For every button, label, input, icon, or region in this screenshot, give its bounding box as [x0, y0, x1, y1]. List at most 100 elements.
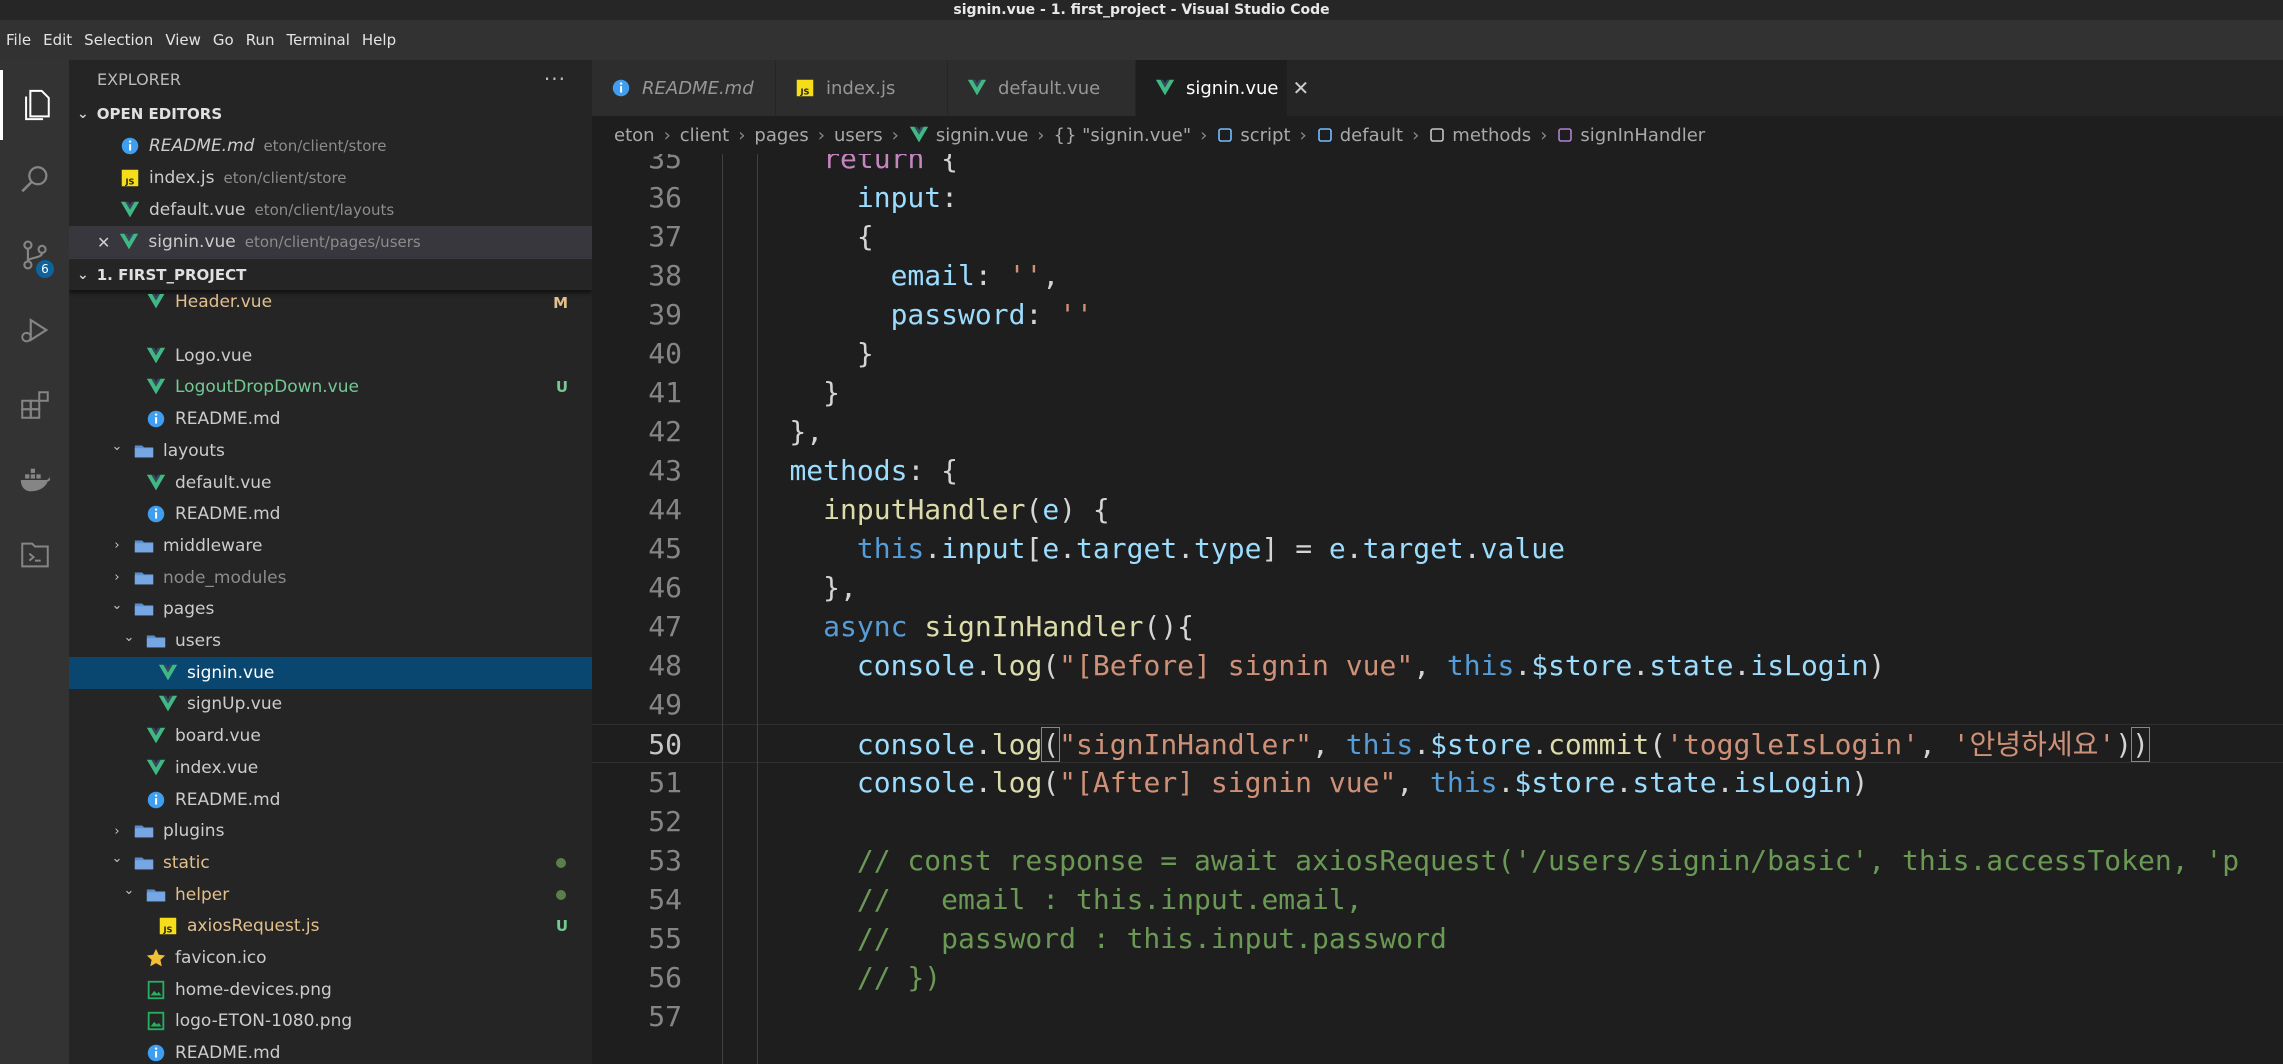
more-actions-icon[interactable]: ···: [544, 67, 566, 91]
tab-readme-md[interactable]: README.md: [592, 60, 776, 116]
open-editor-item[interactable]: README.md eton/client/store: [69, 130, 592, 162]
code-line[interactable]: 41 }: [592, 373, 2283, 412]
code-line[interactable]: 48 console.log("[Before] signin vue", th…: [592, 646, 2283, 685]
close-icon[interactable]: ✕: [97, 233, 110, 252]
code-line[interactable]: 37 {: [592, 217, 2283, 256]
tree-item[interactable]: LogoutDropDown.vue U: [69, 371, 592, 403]
breadcrumb-item[interactable]: signInHandler: [1580, 125, 1705, 146]
code-line[interactable]: 49: [592, 685, 2283, 724]
code-line[interactable]: 45 this.input[e.target.type] = e.target.…: [592, 529, 2283, 568]
close-icon[interactable]: ✕: [1292, 76, 1309, 100]
tree-item[interactable]: board.vue: [69, 720, 592, 752]
breadcrumb-item[interactable]: eton: [614, 125, 655, 146]
menu-edit[interactable]: Edit: [43, 31, 72, 49]
tree-item[interactable]: home-devices.png: [69, 974, 592, 1006]
source-control-icon[interactable]: 6: [0, 220, 69, 290]
tab-signin-vue[interactable]: signin.vue ✕: [1136, 60, 1309, 116]
search-icon[interactable]: [0, 145, 69, 215]
code-editor[interactable]: 3435 return {36 input:37 {38 email: '',3…: [592, 125, 2283, 1064]
info-icon: [145, 503, 167, 525]
menu-run[interactable]: Run: [246, 31, 275, 49]
code-token: .: [1345, 532, 1363, 565]
tab-default-vue[interactable]: default.vue: [948, 60, 1136, 116]
menu-file[interactable]: File: [6, 31, 31, 49]
code-line[interactable]: 47 async signInHandler(){: [592, 607, 2283, 646]
code-line[interactable]: 44 inputHandler(e) {: [592, 490, 2283, 529]
vue-icon: [157, 662, 179, 684]
tree-item[interactable]: › plugins: [69, 815, 592, 847]
tree-item-name: node_modules: [163, 567, 287, 588]
code-line[interactable]: 52: [592, 802, 2283, 841]
tree-item[interactable]: JS axiosRequest.js U: [69, 910, 592, 942]
git-status-badge: U: [555, 378, 568, 397]
run-debug-icon[interactable]: [0, 295, 69, 365]
breadcrumb-item[interactable]: users: [834, 125, 883, 146]
menu-view[interactable]: View: [165, 31, 201, 49]
code-token: ): [2115, 728, 2133, 761]
tree-item[interactable]: ⌄ users: [69, 625, 592, 657]
breadcrumb-item[interactable]: default: [1340, 125, 1403, 146]
vue-icon: [157, 693, 179, 715]
code-line[interactable]: 54 // email : this.input.email,: [592, 880, 2283, 919]
menu-help[interactable]: Help: [362, 31, 396, 49]
tree-item[interactable]: index.vue: [69, 752, 592, 784]
open-editor-item[interactable]: JS index.js eton/client/store: [69, 162, 592, 194]
line-number: 57: [648, 1000, 682, 1033]
code-line[interactable]: 57: [592, 997, 2283, 1036]
tree-item-name: favicon.ico: [175, 948, 267, 968]
breadcrumb-item[interactable]: {} "signin.vue": [1054, 125, 1192, 146]
code-line[interactable]: 56 // }): [592, 958, 2283, 997]
tree-item[interactable]: README.md: [69, 1037, 592, 1064]
code-line[interactable]: 43 methods: {: [592, 451, 2283, 490]
tree-item[interactable]: signUp.vue: [69, 688, 592, 720]
code-line[interactable]: 38 email: '',: [592, 256, 2283, 295]
files-icon[interactable]: [0, 70, 69, 140]
tree-item[interactable]: › node_modules: [69, 562, 592, 594]
open-editor-item[interactable]: default.vue eton/client/layouts: [69, 194, 592, 226]
breadcrumb-item[interactable]: client: [680, 125, 729, 146]
breadcrumb-item[interactable]: signin.vue: [936, 125, 1028, 146]
menu-selection[interactable]: Selection: [84, 31, 153, 49]
wrench-icon: [1428, 126, 1446, 144]
tree-item-name: plugins: [163, 821, 225, 842]
tree-item[interactable]: ⌄ pages: [69, 593, 592, 625]
code-line[interactable]: 39 password: '': [592, 295, 2283, 334]
tab-index-js[interactable]: JS index.js: [776, 60, 948, 116]
menu-go[interactable]: Go: [213, 31, 234, 49]
tree-item[interactable]: ⌄ layouts: [69, 435, 592, 467]
tree-item[interactable]: README.md: [69, 498, 592, 530]
code-line[interactable]: 40 }: [592, 334, 2283, 373]
code-token: // email : this.input.email,: [856, 883, 1363, 916]
project-section[interactable]: ⌄ 1. FIRST_PROJECT: [69, 258, 592, 290]
tree-item[interactable]: default.vue: [69, 467, 592, 499]
code-line[interactable]: 51 console.log("[After] signin vue", thi…: [592, 763, 2283, 802]
breadcrumb-item[interactable]: pages: [754, 125, 808, 146]
extensions-icon[interactable]: [0, 370, 69, 440]
tree-item[interactable]: README.md: [69, 784, 592, 816]
remote-explorer-icon[interactable]: [0, 520, 69, 590]
open-editor-item[interactable]: ✕ signin.vue eton/client/pages/users: [69, 226, 592, 258]
code-line[interactable]: 53 // const response = await axiosReques…: [592, 841, 2283, 880]
docker-icon[interactable]: [0, 445, 69, 515]
tree-item[interactable]: README.md: [69, 403, 592, 435]
tree-item[interactable]: favicon.ico: [69, 942, 592, 974]
indent-guide: [722, 125, 723, 1064]
code-token: ,: [1918, 728, 1953, 761]
tree-item[interactable]: signin.vue: [69, 656, 592, 689]
menu-terminal[interactable]: Terminal: [287, 31, 350, 49]
code-line[interactable]: 42 },: [592, 412, 2283, 451]
code-line[interactable]: 36 input:: [592, 178, 2283, 217]
code-line[interactable]: 55 // password : this.input.password: [592, 919, 2283, 958]
tree-item[interactable]: ⌄ helper: [69, 879, 592, 911]
breadcrumb-item[interactable]: methods: [1452, 125, 1531, 146]
code-line[interactable]: 50 console.log("signInHandler", this.$st…: [592, 724, 2283, 763]
tree-item[interactable]: › middleware: [69, 530, 592, 562]
open-editors-section[interactable]: ⌄ OPEN EDITORS: [69, 98, 592, 130]
tree-item[interactable]: Logo.vue: [69, 340, 592, 372]
code-line[interactable]: 46 },: [592, 568, 2283, 607]
tree-item[interactable]: ⌄ static: [69, 847, 592, 879]
breadcrumb-item[interactable]: script: [1240, 125, 1290, 146]
tree-item[interactable]: Header.vue M: [69, 294, 592, 312]
tree-item[interactable]: logo-ETON-1080.png: [69, 1005, 592, 1037]
